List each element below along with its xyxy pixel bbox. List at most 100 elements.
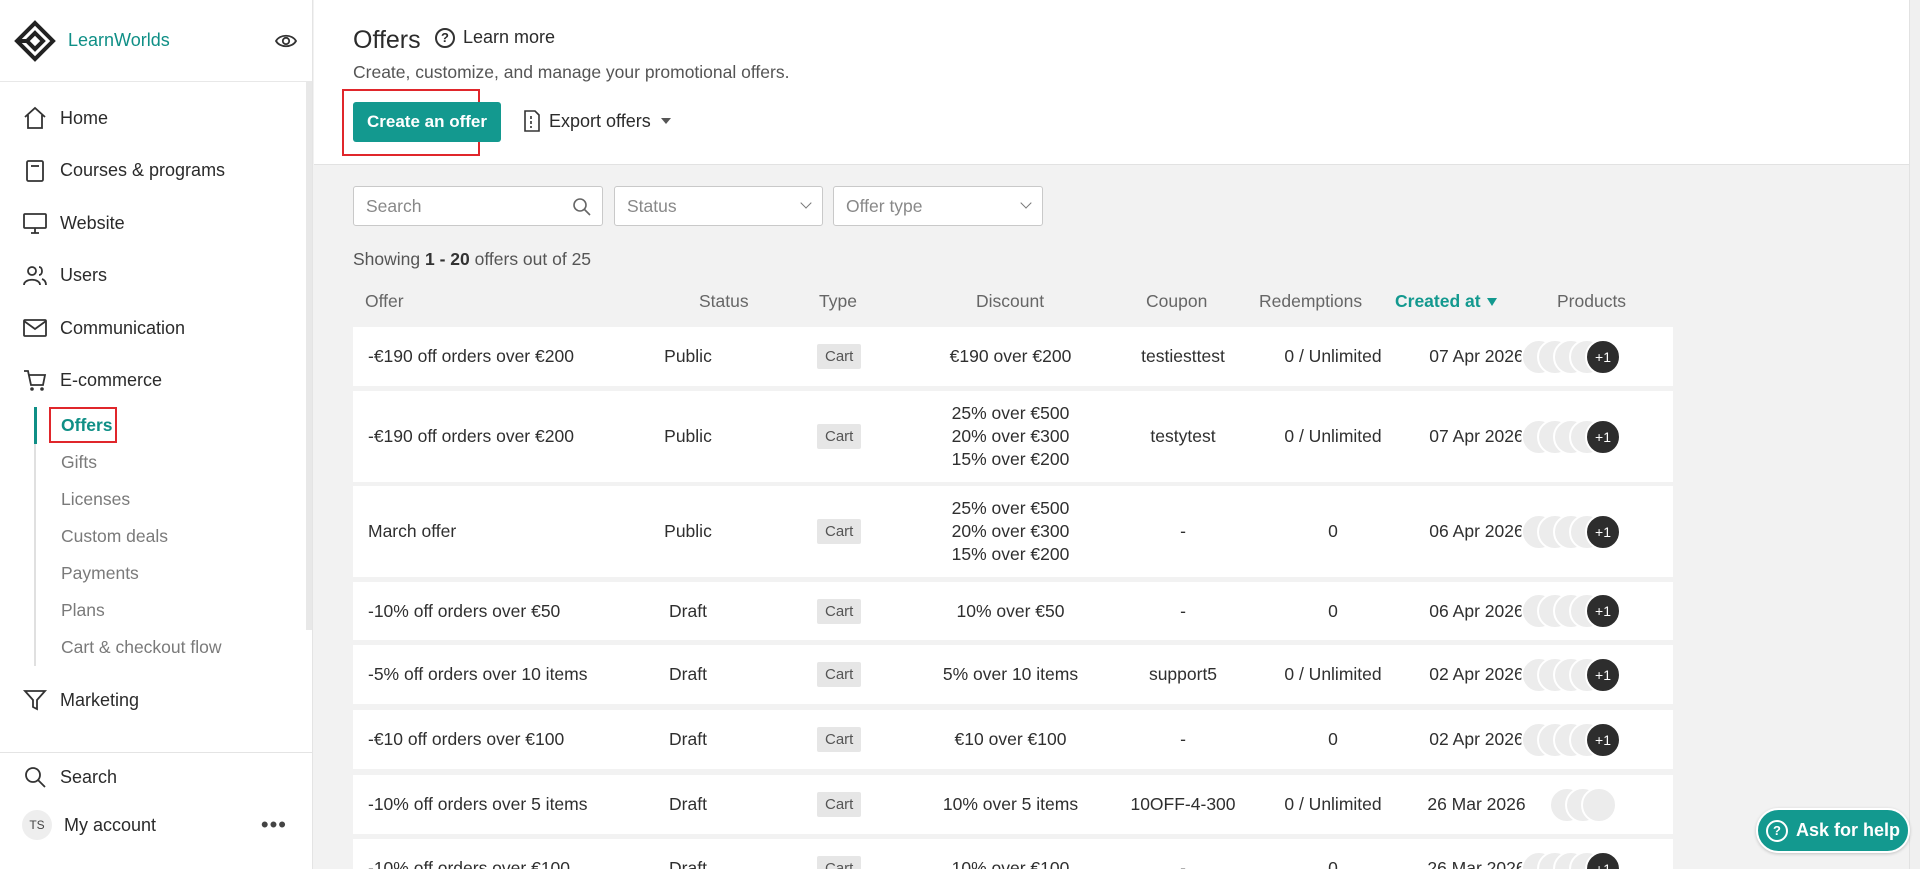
users-icon [23, 265, 47, 285]
column-header-redemptions[interactable]: Redemptions [1259, 291, 1362, 312]
table-row[interactable]: -10% off orders over €100 Draft Cart 10% ov… [353, 839, 1673, 869]
more-products-badge[interactable]: +1 [1585, 721, 1621, 758]
table-row[interactable]: -10% off orders over €50 Draft Cart 10% ove… [353, 582, 1673, 640]
more-products-badge[interactable]: +1 [1585, 338, 1621, 375]
offer-products: +1 [1521, 710, 1666, 769]
column-header-offer[interactable]: Offer [365, 291, 404, 312]
brand-name[interactable]: LearnWorlds [68, 30, 170, 51]
home-icon [24, 107, 46, 130]
subnav-item-payments[interactable]: Payments [36, 555, 312, 592]
type-badge: Cart [817, 519, 862, 544]
page-scrollbar[interactable] [1909, 0, 1920, 869]
column-header-coupon[interactable]: Coupon [1146, 291, 1207, 312]
page-title: Offers [353, 26, 421, 54]
offer-coupon: 10OFF-4-300 [1130, 794, 1236, 814]
table-row[interactable]: -€10 off orders over €100 Draft Cart €10 ov… [353, 710, 1673, 769]
table-row[interactable]: -10% off orders over 5 items Draft Cart 10%… [353, 775, 1673, 834]
column-header-products[interactable]: Products [1557, 291, 1626, 312]
offer-name[interactable]: -5% off orders over 10 items [368, 645, 588, 704]
more-products-badge[interactable]: +1 [1585, 656, 1621, 693]
status-select[interactable]: Status [614, 186, 823, 226]
sidebar-search[interactable]: Search [0, 753, 313, 801]
chevron-down-icon [800, 197, 812, 209]
offer-products [1521, 775, 1666, 834]
results-suffix: offers out of 25 [469, 249, 592, 269]
type-badge: Cart [817, 344, 862, 369]
discount-line: 15% over €200 [951, 449, 1070, 469]
offer-coupon: support5 [1148, 664, 1218, 684]
subnav-item-cart-checkout[interactable]: Cart & checkout flow [36, 629, 312, 666]
sidebar-item-website[interactable]: Website [0, 197, 312, 250]
active-indicator [34, 407, 37, 444]
export-offers-button[interactable]: Export offers [523, 110, 671, 132]
offer-type-select[interactable]: Offer type [833, 186, 1043, 226]
subnav-item-plans[interactable]: Plans [36, 592, 312, 629]
page-subtitle: Create, customize, and manage your promo… [353, 62, 790, 82]
discount-line: 10% over €100 [951, 858, 1070, 869]
create-offer-button[interactable]: Create an offer [353, 102, 501, 142]
product-thumbnails: +1 [1521, 721, 1621, 758]
subnav-item-custom-deals[interactable]: Custom deals [36, 518, 312, 555]
avatar: TS [22, 810, 52, 840]
sidebar-item-marketing[interactable]: Marketing [0, 674, 312, 727]
offer-status: Draft [669, 664, 707, 684]
column-header-type[interactable]: Type [819, 291, 857, 312]
offer-status: Draft [669, 794, 707, 814]
offer-redemptions: 0 / Unlimited [1284, 664, 1382, 684]
created-at-label: Created at [1395, 291, 1481, 311]
sidebar-item-label: Courses & programs [60, 160, 226, 181]
sidebar-item-label: Website [60, 212, 125, 233]
more-products-badge[interactable]: +1 [1585, 513, 1621, 550]
offer-redemptions: 0 [1328, 729, 1338, 749]
product-thumbnails: +1 [1521, 338, 1621, 375]
offer-name[interactable]: -10% off orders over 5 items [368, 775, 588, 834]
results-count: Showing 1 - 20 offers out of 25 [353, 249, 591, 270]
more-options-icon[interactable]: ••• [261, 812, 287, 838]
offer-redemptions: 0 [1328, 600, 1338, 621]
sidebar-item-home[interactable]: Home [0, 92, 312, 145]
column-header-created-at[interactable]: Created at [1395, 291, 1497, 312]
subnav-item-licenses[interactable]: Licenses [36, 481, 312, 518]
offer-name[interactable]: -€10 off orders over €100 [368, 710, 564, 769]
preview-eye-icon[interactable] [274, 30, 298, 52]
search-icon [573, 198, 591, 216]
sidebar-my-account[interactable]: TS My account ••• [0, 801, 313, 849]
offer-name[interactable]: -10% off orders over €100 [368, 839, 570, 869]
chevron-down-icon [660, 118, 671, 124]
sidebar-item-courses[interactable]: Courses & programs [0, 145, 312, 198]
search-input[interactable]: Search [353, 186, 603, 226]
offer-type-placeholder: Offer type [846, 195, 923, 216]
offer-status: Public [664, 346, 712, 366]
sidebar-item-users[interactable]: Users [0, 250, 312, 303]
offer-type: Cart [817, 645, 862, 704]
offer-products: +1 [1521, 486, 1666, 577]
learnworlds-logo-icon[interactable] [14, 19, 56, 62]
more-products-badge[interactable]: +1 [1585, 418, 1621, 455]
table-row[interactable]: -5% off orders over 10 items Draft Cart 5% … [353, 645, 1673, 704]
sidebar-scrollbar[interactable] [306, 82, 312, 630]
offer-discount: 10% over €100 [903, 839, 1118, 869]
column-header-discount[interactable]: Discount [976, 291, 1044, 312]
type-badge: Cart [817, 598, 862, 624]
search-placeholder: Search [366, 195, 422, 216]
column-header-status[interactable]: Status [699, 291, 749, 312]
discount-line: 20% over €300 [951, 426, 1070, 446]
learn-more-link[interactable]: ? Learn more [435, 27, 555, 48]
sidebar-item-communication[interactable]: Communication [0, 302, 312, 355]
offer-name[interactable]: March offer [368, 486, 456, 577]
sidebar-item-ecommerce[interactable]: E-commerce [0, 355, 312, 408]
table-row[interactable]: -€190 off orders over €200 Public Cart 25% … [353, 391, 1673, 482]
help-circle-icon: ? [1765, 819, 1788, 842]
table-row[interactable]: March offer Public Cart 25% over €500 20% ov… [353, 486, 1673, 577]
my-account-label: My account [64, 814, 157, 835]
subnav-item-gifts[interactable]: Gifts [36, 444, 312, 481]
offer-name[interactable]: -€190 off orders over €200 [368, 327, 574, 386]
offer-name[interactable]: -€190 off orders over €200 [368, 391, 574, 482]
export-file-icon [524, 110, 540, 132]
offer-coupon: - [1180, 729, 1186, 749]
table-row[interactable]: -€190 off orders over €200 Public Cart €190… [353, 327, 1673, 386]
more-products-badge[interactable]: +1 [1585, 593, 1621, 629]
ask-for-help-button[interactable]: ? Ask for help [1756, 808, 1910, 853]
offer-discount: €190 over €200 [903, 327, 1118, 386]
offer-name[interactable]: -10% off orders over €50 [368, 582, 560, 640]
